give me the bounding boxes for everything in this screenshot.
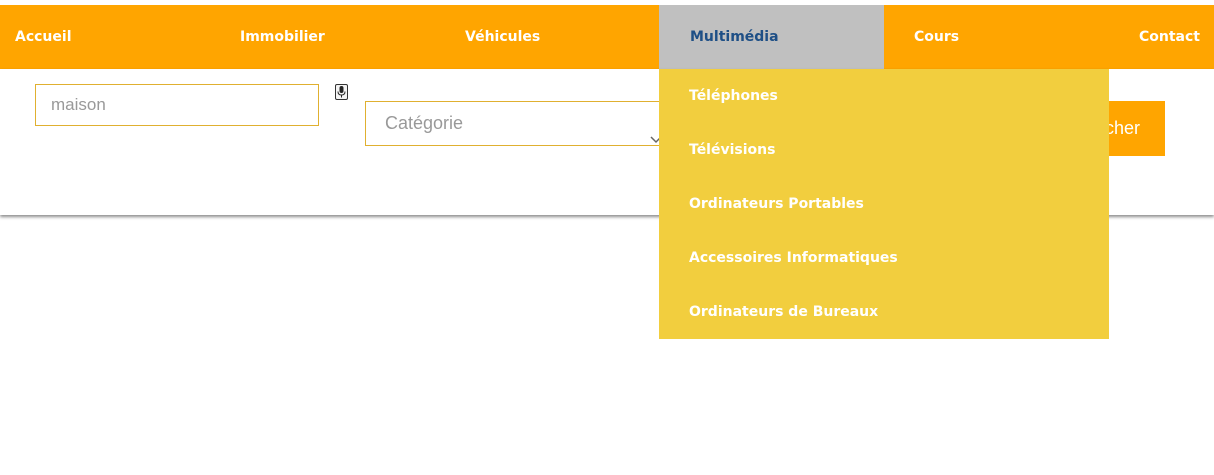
dropdown-item-ordinateurs-de-bureaux[interactable]: Ordinateurs de Bureaux xyxy=(689,297,878,327)
search-button-label: cher xyxy=(1104,118,1140,138)
main-navbar: Accueil Immobilier Véhicules Multimédia … xyxy=(0,5,1214,69)
nav-item-vehicules[interactable]: Véhicules xyxy=(465,5,540,69)
multimedia-dropdown-menu: Téléphones Télévisions Ordinateurs Porta… xyxy=(659,69,1109,339)
category-select[interactable]: Catégorie xyxy=(365,101,675,146)
dropdown-item-televisions[interactable]: Télévisions xyxy=(689,135,775,165)
microphone-icon[interactable] xyxy=(335,84,348,100)
nav-item-contact[interactable]: Contact xyxy=(1139,5,1200,69)
nav-item-multimedia[interactable]: Multimédia xyxy=(659,5,884,69)
category-select-value: Catégorie xyxy=(385,113,464,133)
dropdown-item-telephones[interactable]: Téléphones xyxy=(689,81,778,111)
search-input[interactable] xyxy=(35,84,319,126)
dropdown-item-accessoires-informatiques[interactable]: Accessoires Informatiques xyxy=(689,243,898,273)
nav-item-immobilier[interactable]: Immobilier xyxy=(240,5,325,69)
dropdown-item-ordinateurs-portables[interactable]: Ordinateurs Portables xyxy=(689,189,864,219)
nav-item-cours[interactable]: Cours xyxy=(914,5,959,69)
nav-item-accueil[interactable]: Accueil xyxy=(15,5,72,69)
